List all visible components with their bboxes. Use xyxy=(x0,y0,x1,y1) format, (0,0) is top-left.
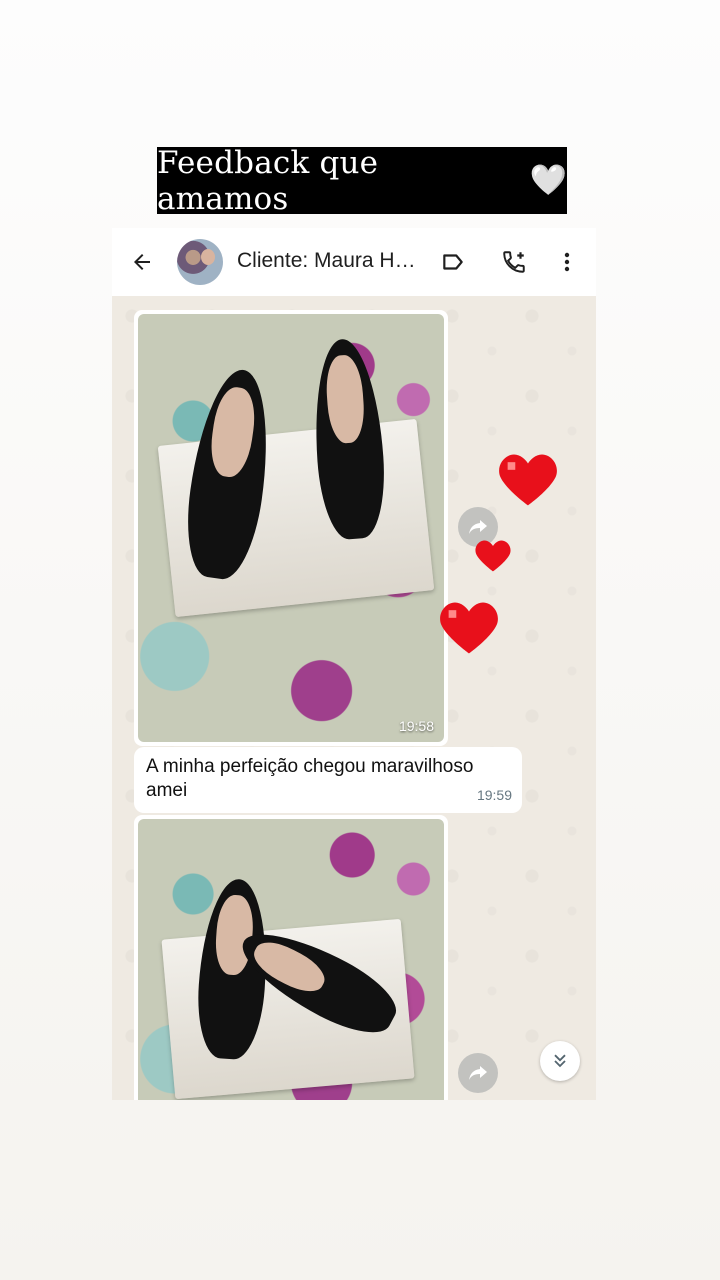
scroll-down-icon[interactable] xyxy=(540,1041,580,1081)
shoes-photo[interactable] xyxy=(138,819,444,1100)
red-heart-icon xyxy=(475,540,511,572)
more-vert-icon[interactable] xyxy=(551,246,583,278)
red-heart-icon xyxy=(499,454,557,506)
shoes-photo[interactable]: 19:58 xyxy=(138,314,444,742)
chat-header: Cliente: Maura Herrera xyxy=(112,228,596,296)
message-text: A minha perfeição chegou maravilhoso ame… xyxy=(146,756,474,801)
contact-name[interactable]: Cliente: Maura Herrera xyxy=(237,249,427,273)
white-heart-icon: 🤍 xyxy=(529,163,567,198)
message-time: 19:58 xyxy=(398,718,434,734)
message-time: 19:59 xyxy=(476,787,512,803)
banner-title: Feedback que amamos xyxy=(157,144,379,217)
feedback-title-banner: Feedback que amamos 🤍 xyxy=(157,144,567,217)
forward-icon[interactable] xyxy=(458,1053,498,1093)
image-message[interactable]: 19:58 xyxy=(134,310,448,746)
image-message[interactable] xyxy=(134,815,448,1100)
whatsapp-screenshot: Cliente: Maura Herrera 19:58 A minha per… xyxy=(112,228,596,1100)
red-heart-icon xyxy=(440,602,498,654)
back-arrow-icon[interactable] xyxy=(126,246,158,278)
text-message[interactable]: A minha perfeição chegou maravilhoso ame… xyxy=(134,747,522,813)
label-icon[interactable] xyxy=(437,246,469,278)
contact-avatar[interactable] xyxy=(177,239,223,285)
add-call-icon[interactable] xyxy=(498,246,530,278)
